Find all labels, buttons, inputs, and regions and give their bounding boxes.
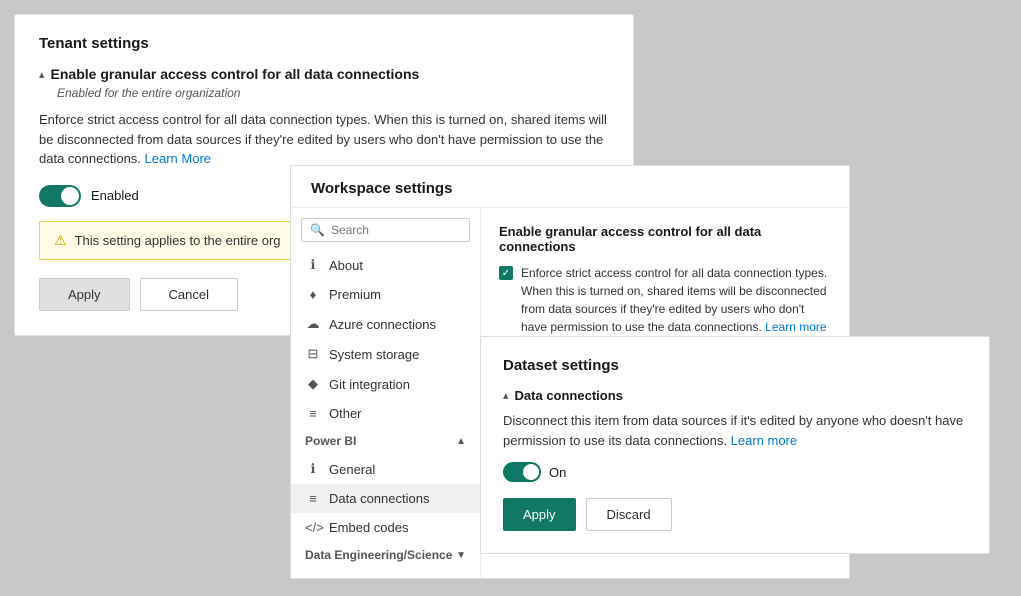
workspace-sidebar: 🔍 ℹ About ♦ Premium ☁ Azure connections …: [291, 208, 481, 578]
data-engineering-section-label: Data Engineering/Science: [305, 548, 452, 562]
dataset-learn-more-link[interactable]: Learn more: [731, 433, 797, 448]
sidebar-item-storage[interactable]: ⊟ System storage: [291, 339, 480, 369]
ds-expand-icon: ▴: [503, 389, 509, 402]
azure-icon: ☁: [305, 316, 321, 332]
embed-codes-icon: </>: [305, 520, 321, 535]
dataset-apply-button[interactable]: Apply: [503, 498, 576, 531]
dataset-settings-panel: Dataset settings ▴ Data connections Disc…: [480, 336, 990, 554]
search-box[interactable]: 🔍: [301, 218, 470, 242]
sidebar-item-embed-codes-label: Embed codes: [329, 520, 409, 535]
premium-icon: ♦: [305, 287, 321, 302]
other-icon: ≡: [305, 406, 321, 421]
warning-text: This setting applies to the entire org: [75, 233, 281, 248]
dataset-toggle-label: On: [549, 465, 566, 480]
workspace-learn-more-link[interactable]: Learn more: [765, 320, 826, 334]
tenant-section-subtitle: Enabled for the entire organization: [57, 86, 609, 100]
search-input[interactable]: [331, 223, 461, 237]
sidebar-item-other-label: Other: [329, 406, 362, 421]
sidebar-item-git[interactable]: ◆ Git integration: [291, 369, 480, 399]
workspace-checkbox[interactable]: ✓: [499, 266, 513, 280]
dataset-section-row: ▴ Data connections: [503, 388, 967, 403]
git-icon: ◆: [305, 376, 321, 392]
power-bi-section-header[interactable]: Power BI ▲: [291, 428, 480, 454]
tenant-learn-more-link[interactable]: Learn More: [145, 151, 211, 166]
about-icon: ℹ: [305, 257, 321, 273]
general-icon: ℹ: [305, 461, 321, 477]
dataset-section-title: Data connections: [515, 388, 623, 403]
workspace-checkbox-row: ✓ Enforce strict access control for all …: [499, 264, 831, 336]
sidebar-item-azure-label: Azure connections: [329, 317, 436, 332]
chevron-up-icon: ▲: [456, 436, 466, 447]
dataset-toggle[interactable]: [503, 462, 541, 482]
sidebar-item-about[interactable]: ℹ About: [291, 250, 480, 280]
sidebar-item-embed-codes[interactable]: </> Embed codes: [291, 513, 480, 542]
chevron-down-icon: ▼: [456, 550, 466, 561]
warning-icon: ⚠: [54, 232, 67, 249]
workspace-panel-title: Workspace settings: [311, 180, 829, 197]
workspace-header: Workspace settings: [291, 166, 849, 208]
dataset-discard-button[interactable]: Discard: [586, 498, 672, 531]
sidebar-item-azure[interactable]: ☁ Azure connections: [291, 309, 480, 339]
sidebar-item-general[interactable]: ℹ General: [291, 454, 480, 484]
expand-icon: ▴: [39, 68, 45, 81]
sidebar-item-general-label: General: [329, 462, 375, 477]
sidebar-item-storage-label: System storage: [329, 347, 419, 362]
sidebar-item-about-label: About: [329, 258, 363, 273]
sidebar-item-data-connections[interactable]: ≡ Data connections: [291, 484, 480, 513]
power-bi-section-label: Power BI: [305, 434, 356, 448]
tenant-toggle-label: Enabled: [91, 188, 139, 203]
dataset-btn-row: Apply Discard: [503, 498, 967, 531]
tenant-description: Enforce strict access control for all da…: [39, 110, 609, 169]
storage-icon: ⊟: [305, 346, 321, 362]
tenant-section-title: Enable granular access control for all d…: [51, 66, 420, 82]
dataset-panel-title: Dataset settings: [503, 357, 967, 374]
sidebar-item-other[interactable]: ≡ Other: [291, 399, 480, 428]
tenant-toggle[interactable]: [39, 185, 81, 207]
sidebar-item-data-connections-label: Data connections: [329, 491, 429, 506]
sidebar-item-git-label: Git integration: [329, 377, 410, 392]
workspace-checkbox-text: Enforce strict access control for all da…: [521, 264, 831, 336]
search-icon: 🔍: [310, 223, 325, 237]
sidebar-item-premium-label: Premium: [329, 287, 381, 302]
tenant-cancel-button[interactable]: Cancel: [140, 278, 238, 311]
data-engineering-section-header[interactable]: Data Engineering/Science ▼: [291, 542, 480, 568]
data-connections-icon: ≡: [305, 491, 321, 506]
sidebar-item-premium[interactable]: ♦ Premium: [291, 280, 480, 309]
dataset-toggle-row: On: [503, 462, 967, 482]
dataset-description: Disconnect this item from data sources i…: [503, 411, 967, 450]
workspace-content-title: Enable granular access control for all d…: [499, 224, 831, 254]
tenant-apply-button[interactable]: Apply: [39, 278, 130, 311]
tenant-panel-title: Tenant settings: [39, 35, 609, 52]
